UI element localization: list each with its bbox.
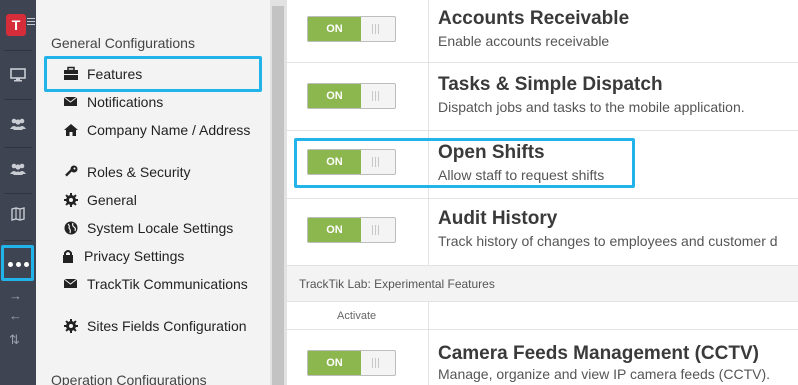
- toggle-on-label: ON: [308, 351, 361, 375]
- gear-icon: [64, 319, 78, 333]
- nav-heading: General Configurations: [51, 35, 195, 51]
- feature-row: ON Accounts Receivable Enable accounts r…: [287, 0, 798, 63]
- rail-divider: [4, 240, 32, 241]
- activate-column-label: Activate: [337, 310, 377, 322]
- features-panel: ON Accounts Receivable Enable accounts r…: [287, 0, 798, 385]
- map-icon[interactable]: [0, 193, 36, 235]
- toggle-grip-icon: [372, 91, 380, 101]
- globe-icon: [64, 221, 78, 235]
- feature-row: ON Audit History Track history of change…: [287, 199, 798, 266]
- nav-item-label: General: [87, 192, 137, 208]
- feature-toggle[interactable]: ON: [307, 83, 396, 109]
- rail-divider: [4, 50, 32, 51]
- people-icon[interactable]: [0, 148, 36, 190]
- rail-divider: [4, 99, 32, 100]
- toggle-grip-icon: [372, 358, 380, 368]
- feature-description: Track history of changes to employees an…: [438, 233, 778, 249]
- rail-highlight: [1, 245, 34, 281]
- icon-rail: T → ← ⇅: [0, 0, 36, 385]
- feature-title: Audit History: [438, 208, 558, 229]
- envelope-icon: [63, 278, 78, 288]
- lab-section-header: TrackTik Lab: Experimental Features: [287, 266, 798, 302]
- feature-title: Tasks & Simple Dispatch: [438, 74, 663, 95]
- toggle-grip-icon: [372, 225, 380, 235]
- lab-section-title: TrackTik Lab: Experimental Features: [299, 277, 495, 291]
- lab-column-header: Activate: [287, 302, 798, 330]
- feature-description: Dispatch jobs and tasks to the mobile ap…: [438, 99, 745, 115]
- menu-icon[interactable]: [27, 18, 35, 26]
- nav-item-roles[interactable]: Roles & Security: [63, 165, 268, 179]
- nav-item-notifications[interactable]: Notifications: [63, 95, 268, 109]
- nav-item-communications[interactable]: TrackTik Communications: [63, 277, 268, 291]
- feature-description: Manage, organize and view IP camera feed…: [438, 366, 771, 382]
- toggle-grip-icon: [372, 24, 380, 34]
- nav-item-label: TrackTik Communications: [87, 276, 248, 292]
- open-shifts-highlight: [294, 138, 635, 188]
- nav-item-label: Roles & Security: [87, 164, 191, 180]
- arrow-left-icon[interactable]: ←: [9, 309, 22, 322]
- sort-arrows-icon[interactable]: ⇅: [9, 333, 20, 346]
- users-icon[interactable]: [0, 103, 36, 145]
- nav-item-company[interactable]: Company Name / Address: [63, 123, 268, 137]
- scrollbar-thumb[interactable]: [272, 6, 284, 385]
- feature-title: Camera Feeds Management (CCTV): [438, 343, 759, 364]
- arrow-right-icon[interactable]: →: [9, 289, 22, 302]
- nav-item-label: System Locale Settings: [87, 220, 234, 236]
- nav-active-highlight: [44, 56, 262, 92]
- monitor-icon[interactable]: [0, 54, 36, 96]
- nav-item-locale[interactable]: System Locale Settings: [63, 221, 268, 235]
- nav-item-label: Notifications: [87, 94, 164, 110]
- envelope-icon: [63, 96, 78, 106]
- nav-item-sites-fields[interactable]: Sites Fields Configuration: [63, 319, 268, 333]
- feature-toggle[interactable]: ON: [307, 16, 396, 42]
- feature-row: ON Tasks & Simple Dispatch Dispatch jobs…: [287, 63, 798, 131]
- nav-item-label: Privacy Settings: [84, 248, 185, 264]
- lock-icon: [63, 250, 73, 263]
- nav-item-general[interactable]: General: [63, 193, 268, 207]
- home-icon: [64, 124, 78, 136]
- feature-title: Accounts Receivable: [438, 8, 630, 29]
- toggle-on-label: ON: [308, 218, 361, 242]
- toggle-on-label: ON: [308, 17, 361, 41]
- feature-toggle[interactable]: ON: [307, 350, 396, 376]
- nav-item-label: Sites Fields Configuration: [87, 318, 247, 334]
- nav-item-label: Company Name / Address: [87, 122, 251, 138]
- tracktik-logo[interactable]: T: [6, 14, 26, 36]
- toggle-on-label: ON: [308, 84, 361, 108]
- nav-heading-operations: Operation Configurations: [51, 372, 207, 385]
- key-icon: [65, 165, 78, 177]
- gear-icon: [64, 193, 78, 207]
- feature-description: Enable accounts receivable: [438, 33, 610, 49]
- feature-toggle[interactable]: ON: [307, 217, 396, 243]
- nav-item-privacy[interactable]: Privacy Settings: [60, 249, 265, 263]
- feature-row: ON Camera Feeds Management (CCTV) Manage…: [287, 330, 798, 385]
